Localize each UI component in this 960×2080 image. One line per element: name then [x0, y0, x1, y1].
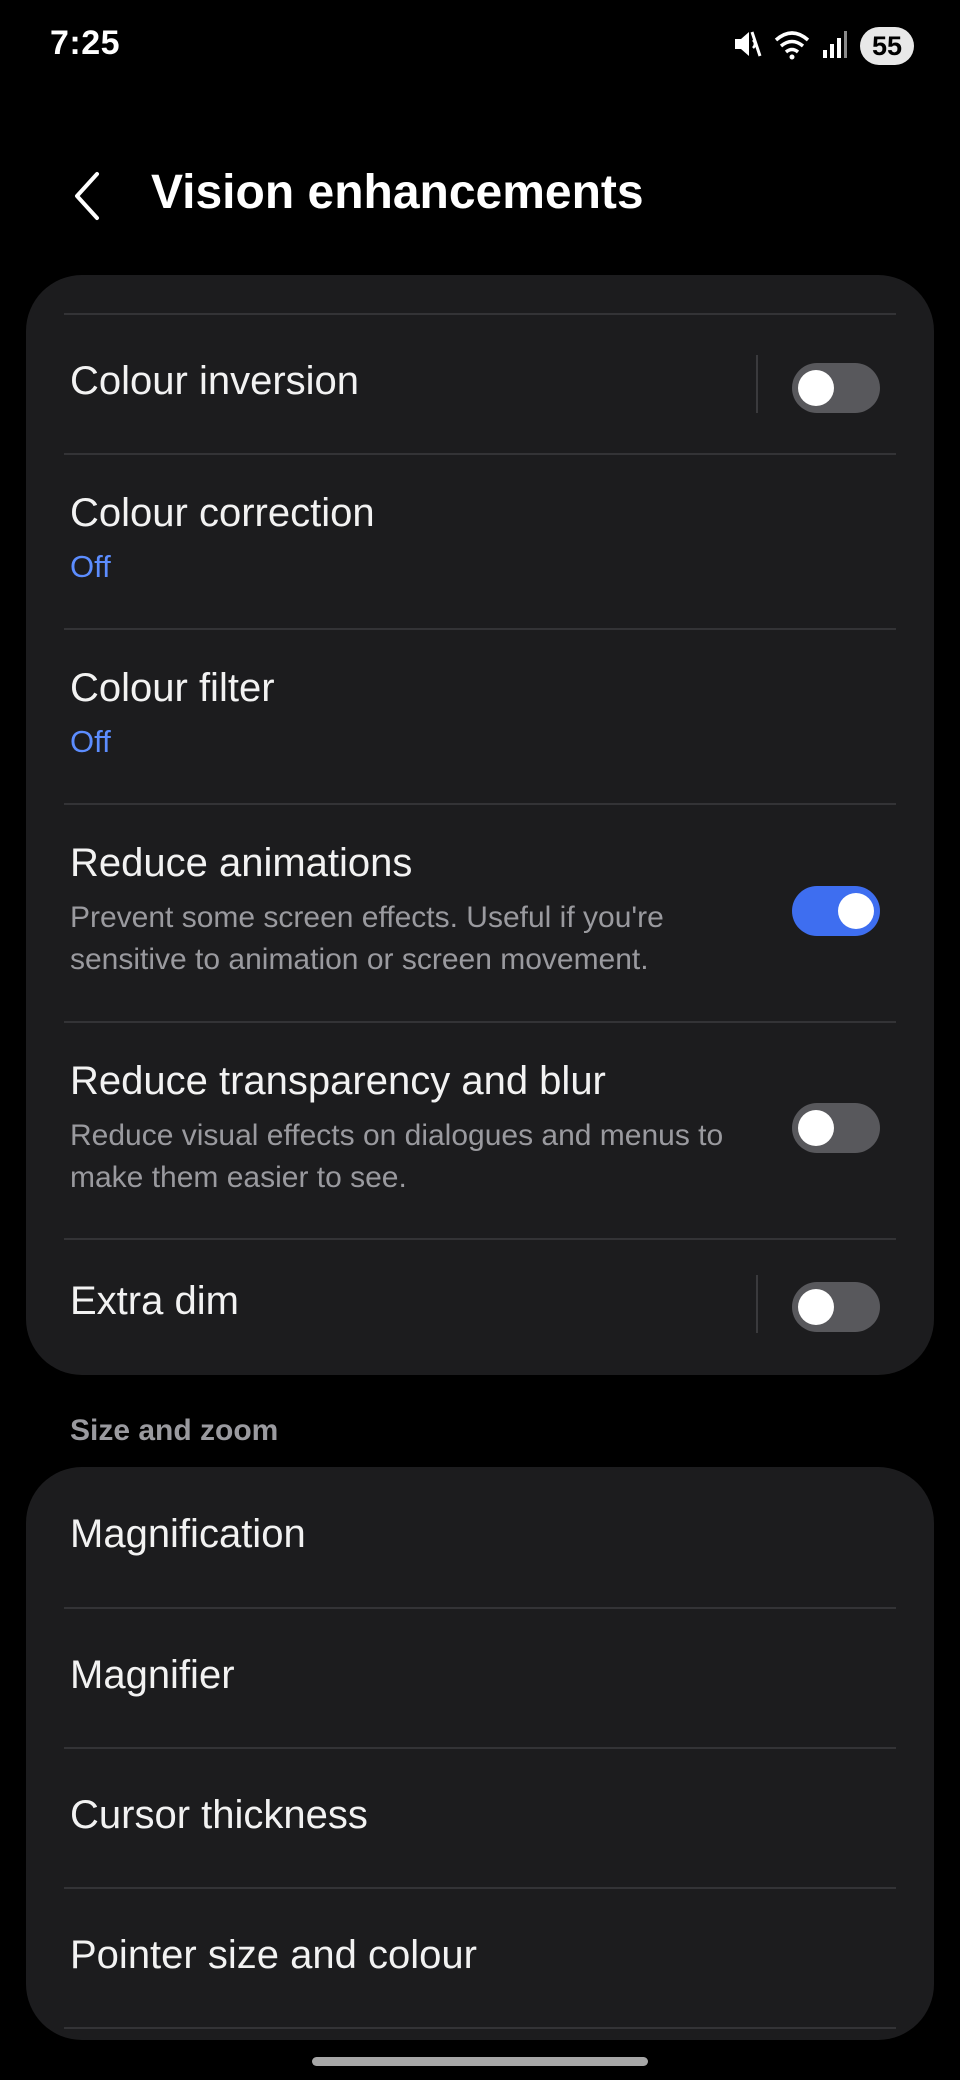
page-title: Vision enhancements [151, 166, 644, 219]
back-button[interactable] [58, 168, 118, 228]
vision-settings-card: Colour inversion Colour correction Off C… [26, 275, 934, 1375]
mute-icon [732, 28, 762, 65]
toggle-knob [798, 370, 834, 406]
setting-title: Extra dim [70, 1279, 239, 1323]
section-header-size-zoom: Size and zoom [70, 1414, 279, 1447]
vertical-separator [756, 355, 758, 413]
setting-title: Colour filter [70, 666, 275, 710]
setting-colour-correction[interactable]: Colour correction Off [26, 455, 934, 629]
signal-icon [822, 28, 848, 65]
setting-colour-filter[interactable]: Colour filter Off [26, 630, 934, 804]
toggle-knob [838, 893, 874, 929]
setting-title: Reduce transparency and blur [70, 1059, 606, 1103]
setting-description: Reduce visual effects on dialogues and m… [70, 1119, 724, 1194]
setting-status: Off [70, 549, 111, 584]
status-time: 7:25 [50, 24, 121, 62]
chevron-left-icon [71, 170, 105, 227]
toggle-knob [798, 1289, 834, 1325]
setting-cursor-thickness[interactable]: Cursor thickness [26, 1749, 934, 1887]
toggle-knob [798, 1110, 834, 1146]
setting-status: Off [70, 724, 111, 759]
setting-title: Colour inversion [70, 359, 360, 403]
setting-colour-inversion[interactable]: Colour inversion [26, 315, 934, 455]
setting-title: Pointer size and colour [70, 1933, 477, 1977]
reduce-animations-toggle[interactable] [792, 886, 880, 936]
setting-title: Magnification [70, 1512, 306, 1556]
divider [64, 2027, 896, 2029]
size-zoom-card: Magnification Magnifier Cursor thickness… [26, 1467, 934, 2040]
extra-dim-toggle[interactable] [792, 1282, 880, 1332]
setting-title: Cursor thickness [70, 1793, 368, 1837]
reduce-transparency-toggle[interactable] [792, 1103, 880, 1153]
setting-title: Magnifier [70, 1653, 235, 1697]
setting-reduce-transparency[interactable]: Reduce transparency and blur Reduce visu… [26, 1023, 934, 1241]
setting-title: Colour correction [70, 491, 375, 535]
setting-magnification[interactable]: Magnification [26, 1467, 934, 1607]
status-bar: 7:25 55 [0, 0, 960, 90]
setting-pointer-size-colour[interactable]: Pointer size and colour [26, 1889, 934, 2029]
colour-inversion-toggle[interactable] [792, 363, 880, 413]
status-icons: 55 [732, 26, 914, 66]
setting-magnifier[interactable]: Magnifier [26, 1609, 934, 1747]
home-indicator[interactable] [312, 2057, 648, 2066]
vertical-separator [756, 1275, 758, 1333]
wifi-icon [774, 28, 810, 65]
setting-description: Prevent some screen effects. Useful if y… [70, 901, 664, 976]
header: Vision enhancements [0, 150, 960, 250]
setting-extra-dim[interactable]: Extra dim [26, 1240, 934, 1375]
setting-title: Reduce animations [70, 841, 413, 885]
battery-badge: 55 [860, 27, 914, 65]
setting-reduce-animations[interactable]: Reduce animations Prevent some screen ef… [26, 805, 934, 1023]
